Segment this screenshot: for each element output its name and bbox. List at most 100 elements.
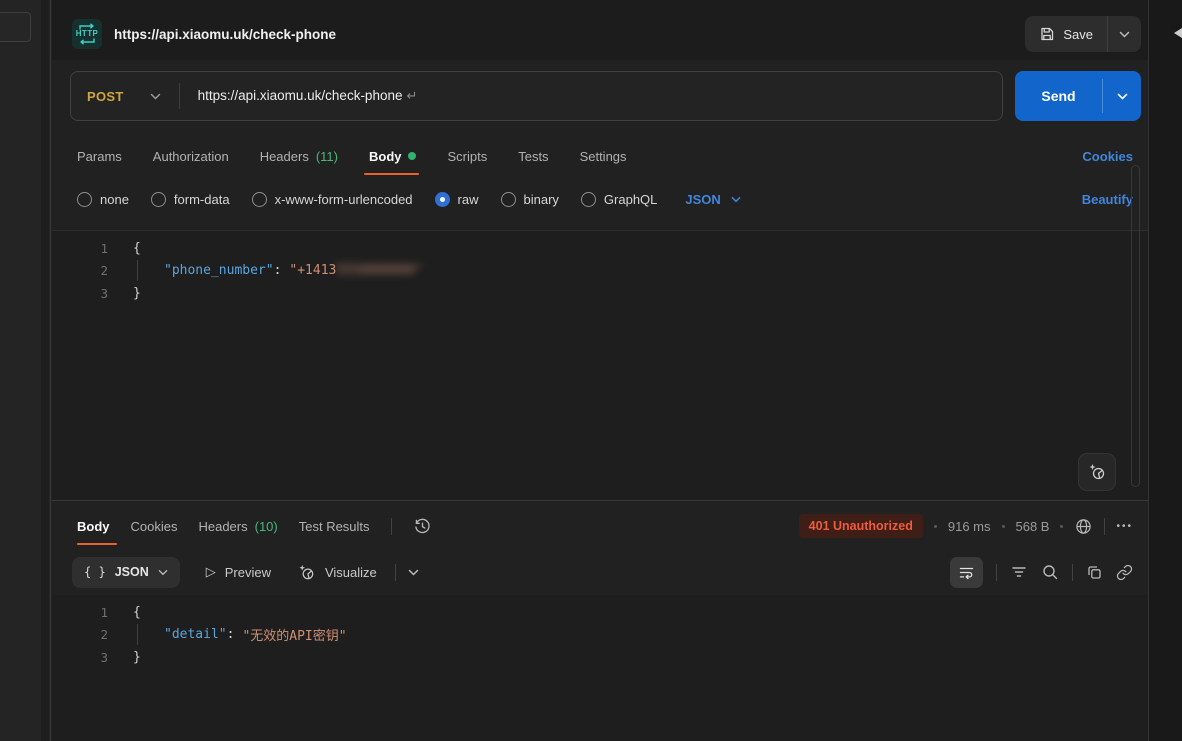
tab-tests[interactable]: Tests	[518, 136, 548, 176]
radio-icon	[252, 192, 267, 207]
link-button[interactable]	[1116, 564, 1133, 581]
chevron-down-icon	[408, 569, 419, 576]
chevron-down-icon	[1119, 31, 1130, 38]
radio-icon	[77, 192, 92, 207]
headers-count-badge: (11)	[316, 149, 338, 164]
response-headers-count: (10)	[255, 519, 278, 534]
chevron-down-icon	[731, 196, 741, 203]
response-tab-body[interactable]: Body	[77, 505, 110, 547]
network-info-button[interactable]	[1074, 517, 1093, 536]
dot-separator	[1002, 525, 1005, 528]
globe-icon	[1074, 517, 1093, 536]
response-toolbar: { } JSON ▷ Preview Visualize	[72, 554, 1133, 590]
body-type-raw[interactable]: raw	[435, 192, 479, 207]
body-type-bar: none form-data x-www-form-urlencoded raw…	[77, 183, 1133, 215]
visualize-button[interactable]: Visualize	[297, 563, 377, 582]
divider	[1072, 564, 1073, 581]
response-toolbar-right	[950, 557, 1133, 588]
word-wrap-button[interactable]	[950, 557, 983, 588]
method-selector[interactable]: POST	[71, 89, 179, 104]
play-outline-icon: ▷	[206, 564, 216, 580]
url-input[interactable]: https://api.xiaomu.uk/check-phone↵	[198, 88, 418, 104]
body-type-form-data[interactable]: form-data	[151, 192, 230, 207]
floppy-disk-icon	[1039, 26, 1055, 42]
send-options-caret[interactable]	[1103, 71, 1141, 121]
more-options-button[interactable]: •••	[1116, 521, 1133, 532]
search-button[interactable]	[1041, 563, 1059, 581]
scrollbar-track[interactable]	[1131, 165, 1140, 487]
link-icon	[1116, 564, 1133, 581]
visualize-options-caret[interactable]	[408, 569, 419, 576]
beautify-link[interactable]: Beautify	[1082, 192, 1133, 207]
request-title: https://api.xiaomu.uk/check-phone	[114, 27, 336, 42]
right-collapsed-panel	[1148, 0, 1182, 741]
preview-button[interactable]: ▷ Preview	[206, 564, 271, 580]
tab-scripts[interactable]: Scripts	[447, 136, 487, 176]
response-tabs: Body Cookies Headers(10) Test Results 40…	[77, 505, 1133, 547]
line-number: 2	[52, 627, 108, 642]
code-line: 2 "detail":"无效的API密钥"	[52, 624, 1148, 647]
request-url-box: POST https://api.xiaomu.uk/check-phone↵	[70, 71, 1003, 121]
radio-icon	[151, 192, 166, 207]
response-tab-headers[interactable]: Headers(10)	[198, 505, 277, 547]
cookies-link[interactable]: Cookies	[1082, 149, 1133, 164]
raw-format-dropdown[interactable]: JSON	[685, 192, 740, 207]
radio-selected-icon	[435, 192, 450, 207]
save-button[interactable]: Save	[1025, 16, 1107, 52]
copy-icon	[1086, 564, 1103, 581]
divider	[996, 564, 997, 581]
body-type-binary[interactable]: binary	[501, 192, 559, 207]
tab-authorization[interactable]: Authorization	[153, 136, 229, 176]
response-history-button[interactable]	[413, 517, 432, 536]
redacted-phone-digits: 5550000000"	[336, 263, 422, 278]
chevron-down-icon	[1117, 93, 1128, 100]
line-number: 3	[52, 286, 108, 301]
postbot-sparkle-icon	[1087, 462, 1107, 482]
api-client-window: HTTP https://api.xiaomu.uk/check-phone S…	[0, 0, 1182, 741]
sidebar-inner-strip	[41, 0, 49, 741]
body-type-urlencoded[interactable]: x-www-form-urlencoded	[252, 192, 413, 207]
line-number: 2	[52, 263, 108, 278]
response-tab-cookies[interactable]: Cookies	[131, 505, 178, 547]
divider	[395, 564, 396, 581]
request-tabs: Params Authorization Headers(11) Body Sc…	[77, 136, 1133, 176]
tab-body[interactable]: Body	[369, 136, 417, 176]
send-button[interactable]: Send	[1015, 71, 1102, 121]
response-detail-value: "无效的API密钥"	[242, 625, 346, 644]
request-body-editor[interactable]: 1 { 2 "phone_number":"+14135550000000" 3…	[52, 230, 1148, 500]
tab-headers[interactable]: Headers(11)	[260, 136, 338, 176]
response-tab-test-results[interactable]: Test Results	[299, 505, 370, 547]
status-badge[interactable]: 401 Unauthorized	[799, 514, 923, 538]
collapse-arrow-icon[interactable]	[1174, 28, 1182, 38]
return-key-glyph: ↵	[406, 88, 417, 103]
main-panel: HTTP https://api.xiaomu.uk/check-phone S…	[52, 0, 1148, 741]
response-meta: 401 Unauthorized 916 ms 568 B •••	[799, 514, 1133, 538]
code-line: 3 }	[52, 646, 1148, 669]
body-modified-dot	[408, 152, 416, 160]
response-size: 568 B	[1016, 519, 1050, 534]
tab-settings[interactable]: Settings	[580, 136, 627, 176]
http-request-icon: HTTP	[72, 19, 102, 49]
divider	[1104, 518, 1105, 535]
save-options-caret[interactable]	[1108, 16, 1141, 52]
copy-button[interactable]	[1086, 564, 1103, 581]
word-wrap-icon	[958, 564, 975, 581]
sidebar-partial-panel[interactable]	[0, 12, 31, 42]
chevron-down-icon	[150, 93, 161, 100]
dot-separator	[934, 525, 937, 528]
request-header-bar: HTTP https://api.xiaomu.uk/check-phone S…	[52, 0, 1148, 60]
code-line: 3 }	[52, 282, 1148, 305]
body-type-graphql[interactable]: GraphQL	[581, 192, 657, 207]
filter-button[interactable]	[1010, 563, 1028, 581]
indent-guide	[137, 624, 164, 645]
response-format-dropdown[interactable]: { } JSON	[72, 557, 180, 588]
tab-params[interactable]: Params	[77, 136, 122, 176]
response-body-editor[interactable]: 1 { 2 "detail":"无效的API密钥" 3 }	[52, 595, 1148, 741]
save-button-label: Save	[1063, 27, 1093, 42]
body-type-none[interactable]: none	[77, 192, 129, 207]
radio-icon	[501, 192, 516, 207]
divider	[391, 518, 392, 535]
postbot-ai-button[interactable]	[1078, 453, 1116, 491]
visualize-sparkle-icon	[297, 563, 316, 582]
response-time: 916 ms	[948, 519, 991, 534]
